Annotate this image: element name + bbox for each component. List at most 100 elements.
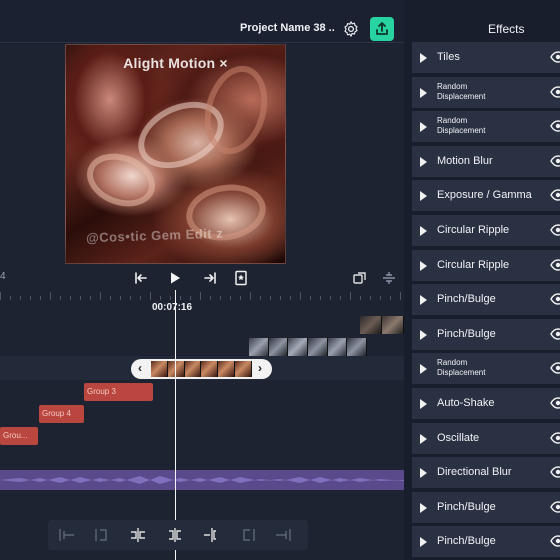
gear-icon[interactable]	[342, 20, 360, 38]
visibility-eye-icon[interactable]	[550, 258, 560, 271]
selected-clip[interactable]: ‹ ›	[131, 359, 272, 379]
effect-label: Pinch/Bulge	[437, 500, 496, 513]
visibility-eye-icon[interactable]	[550, 155, 560, 167]
ruler-tick	[170, 296, 171, 300]
ruler-tick	[180, 296, 181, 300]
effects-title: Effects	[488, 22, 525, 36]
effect-item[interactable]: Exposure / Gamma	[412, 180, 560, 212]
ruler-tick	[130, 296, 131, 300]
effect-label: Pinch/Bulge	[437, 327, 496, 340]
expand-arrow-icon[interactable]	[420, 502, 427, 513]
visibility-eye-icon[interactable]	[550, 362, 560, 375]
split-icon[interactable]	[129, 527, 147, 543]
effect-item[interactable]: Motion Blur	[412, 145, 560, 177]
visibility-eye-icon[interactable]	[550, 189, 560, 202]
chevron-right-icon[interactable]: ›	[258, 361, 262, 375]
time-fragment: 4	[0, 271, 6, 282]
align-icon[interactable]	[381, 270, 397, 286]
group-clip[interactable]: Group 4	[39, 405, 84, 423]
editor-area: Project Name 38 .. Alight Motion × @Cos•…	[0, 0, 404, 560]
video-thumbnail-strip[interactable]	[360, 316, 404, 334]
ruler-tick	[60, 296, 61, 300]
visibility-eye-icon[interactable]	[550, 501, 560, 513]
ruler-tick	[10, 296, 11, 300]
split-left-icon[interactable]	[94, 527, 112, 543]
effect-label: Directional Blur	[437, 466, 512, 479]
share-button[interactable]	[370, 17, 394, 41]
effect-item[interactable]: Circular Ripple	[412, 215, 560, 246]
ruler-tick	[240, 296, 241, 300]
effect-label: Pinch/Bulge	[437, 293, 496, 306]
loop-icon[interactable]	[352, 270, 368, 286]
chevron-left-icon[interactable]: ‹	[138, 361, 142, 375]
visibility-eye-icon[interactable]	[550, 293, 560, 305]
expand-arrow-icon[interactable]	[420, 226, 427, 236]
effect-item[interactable]: Pinch/Bulge	[412, 284, 560, 316]
ruler-tick	[100, 292, 101, 300]
group-clip[interactable]: Grou...	[0, 427, 38, 445]
ruler-tick	[210, 296, 211, 300]
split-center-icon[interactable]	[166, 527, 184, 543]
expand-arrow-icon[interactable]	[420, 122, 427, 133]
effect-item[interactable]: Random Displacement	[412, 76, 560, 108]
visibility-eye-icon[interactable]	[550, 431, 560, 444]
ruler-tick	[160, 296, 161, 300]
visibility-eye-icon[interactable]	[550, 535, 560, 548]
ruler-tick	[360, 296, 361, 300]
group-clip[interactable]: Group 3	[84, 383, 153, 401]
ruler-tick	[30, 296, 31, 300]
ruler-tick	[190, 296, 191, 300]
effect-label: Tiles	[437, 51, 460, 63]
effect-item[interactable]: Directional Blur	[412, 457, 560, 489]
effect-item[interactable]: Tiles	[412, 42, 560, 73]
expand-arrow-icon[interactable]	[420, 468, 427, 479]
effect-item[interactable]: Pinch/Bulge	[412, 491, 560, 523]
expand-arrow-icon[interactable]	[420, 364, 427, 375]
effect-label: Motion Blur	[437, 154, 493, 167]
visibility-eye-icon[interactable]	[550, 51, 560, 63]
timeline-ruler[interactable]	[0, 288, 404, 300]
bookmark-icon[interactable]	[233, 270, 249, 286]
video-thumbnail-strip[interactable]	[249, 338, 368, 356]
effect-item[interactable]: Oscillate	[412, 422, 560, 454]
share-icon	[376, 22, 388, 35]
ruler-tick	[220, 296, 221, 300]
visibility-eye-icon[interactable]	[550, 85, 560, 98]
effect-item[interactable]: Auto-Shake	[412, 388, 560, 419]
extend-end-icon[interactable]	[274, 527, 292, 543]
effects-panel: Effects Tiles Random Displacement Random D…	[404, 0, 560, 560]
ruler-tick	[110, 296, 111, 300]
expand-arrow-icon[interactable]	[420, 156, 427, 167]
visibility-eye-icon[interactable]	[550, 120, 560, 132]
expand-arrow-icon[interactable]	[420, 329, 427, 340]
visibility-eye-icon[interactable]	[550, 466, 560, 478]
ruler-tick	[140, 296, 141, 300]
expand-arrow-icon[interactable]	[420, 295, 427, 306]
expand-arrow-icon[interactable]	[420, 53, 427, 63]
visibility-eye-icon[interactable]	[550, 224, 560, 236]
skip-to-start-icon[interactable]	[133, 270, 149, 286]
visibility-eye-icon[interactable]	[550, 328, 560, 340]
trim-end-icon[interactable]	[238, 527, 256, 543]
skip-to-end-icon[interactable]	[202, 270, 218, 286]
visibility-eye-icon[interactable]	[550, 397, 560, 409]
effect-item[interactable]: Random Displacement	[412, 353, 560, 385]
play-icon[interactable]	[167, 270, 183, 286]
expand-arrow-icon[interactable]	[420, 433, 427, 444]
effect-item[interactable]: Pinch/Bulge	[412, 526, 560, 558]
video-preview[interactable]: Alight Motion × @Cos•tic Gem Edit z	[65, 44, 286, 264]
expand-arrow-icon[interactable]	[420, 537, 427, 548]
expand-arrow-icon[interactable]	[420, 260, 427, 271]
effect-item[interactable]: Pinch/Bulge	[412, 318, 560, 350]
ruler-tick	[350, 292, 351, 300]
trim-start-icon[interactable]	[58, 527, 76, 543]
effect-item[interactable]: Random Displacement	[412, 111, 560, 143]
expand-arrow-icon[interactable]	[420, 87, 427, 98]
divider	[0, 42, 404, 43]
project-name[interactable]: Project Name 38 ..	[240, 22, 335, 34]
expand-arrow-icon[interactable]	[420, 191, 427, 202]
audio-track[interactable]	[0, 470, 404, 490]
effect-item[interactable]: Circular Ripple	[412, 249, 560, 281]
expand-arrow-icon[interactable]	[420, 399, 427, 409]
split-right-icon[interactable]	[202, 527, 220, 543]
